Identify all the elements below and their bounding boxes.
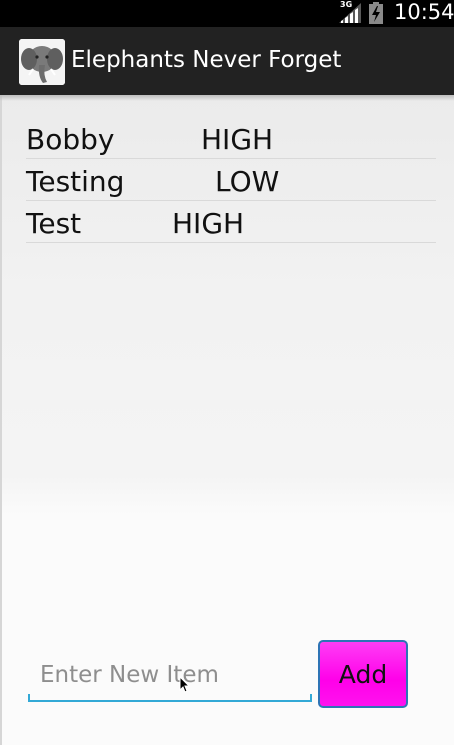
list-item[interactable]: Testing LOW (26, 159, 436, 201)
action-bar-shadow (0, 95, 454, 101)
item-name: Bobby (26, 123, 115, 156)
item-name: Test (26, 207, 82, 240)
list-item[interactable]: Bobby HIGH (26, 117, 436, 159)
status-time: 10:54 (394, 0, 454, 24)
action-bar: Elephants Never Forget (0, 27, 454, 95)
elephant-icon (19, 39, 65, 85)
input-underline-left-tick (28, 694, 30, 702)
item-name: Testing (26, 165, 125, 198)
status-bar: 3G 10:54 (0, 0, 454, 27)
item-priority: HIGH (172, 207, 245, 240)
mouse-cursor-icon (179, 676, 191, 693)
item-priority: HIGH (201, 123, 274, 156)
app-title: Elephants Never Forget (71, 47, 342, 73)
battery-icon (369, 2, 383, 24)
new-item-input[interactable] (28, 650, 312, 702)
item-priority: LOW (215, 165, 280, 198)
input-underline-right-tick (310, 694, 312, 702)
add-button[interactable]: Add (318, 640, 408, 708)
item-list: Bobby HIGH Testing LOW Test HIGH (26, 117, 436, 243)
list-item[interactable]: Test HIGH (26, 201, 436, 243)
signal-icon (339, 3, 361, 23)
